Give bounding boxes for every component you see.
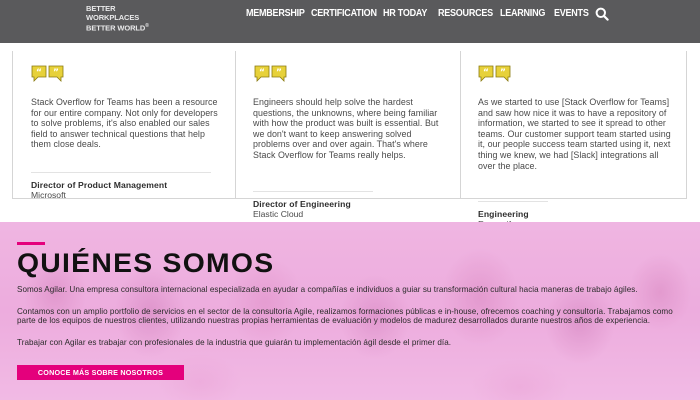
about-section: QUIÉNES SOMOS Somos Agilar. Una empresa … [0,222,700,400]
about-paragraph: Trabajar con Agilar es trabajar con prof… [17,338,452,347]
testimonial-card: “ ” Stack Overflow for Teams has been a … [12,51,236,200]
testimonials-section: “ ” Stack Overflow for Teams has been a … [0,43,700,229]
testimonial-author-role: Engineering [478,209,529,219]
testimonial-company: Elastic Cloud [253,209,304,219]
card-border [461,198,686,199]
testimonial-quote: Engineers should help solve the hardest … [253,97,439,160]
nav-item-certification[interactable]: CERTIFICATION [311,7,377,21]
svg-text:”: ” [276,68,282,78]
quote-bubble-icon: “ ” [254,65,287,82]
about-paragraph: Somos Agilar. Una empresa consultora int… [17,285,638,294]
about-title: QUIÉNES SOMOS [17,248,275,278]
quote-bubble-icon: “ ” [478,65,511,82]
logo-tagline-line1: BETTER WORKPLACES [86,4,140,22]
nav-item-membership[interactable]: MEMBERSHIP [246,7,305,21]
svg-text:“: “ [36,68,42,78]
card-border [13,198,235,199]
svg-text:”: ” [53,68,59,78]
testimonial-divider [478,201,548,202]
quote-bubble-icon: “ ” [31,65,64,82]
nav-item-learning[interactable]: LEARNING [500,7,545,21]
testimonial-divider [31,172,211,173]
svg-text:”: ” [500,68,506,78]
card-border [236,198,460,199]
title-accent-bar [17,242,45,245]
nav-item-hr-today[interactable]: HR TODAY [383,7,427,21]
learn-more-about-us-button[interactable]: CONOCE MÁS SOBRE NOSOTROS [17,365,184,380]
testimonial-card: “ ” As we started to use [Stack Overflow… [461,51,687,229]
svg-text:“: “ [259,68,265,78]
nav-item-resources[interactable]: RESOURCES [438,7,493,21]
search-icon[interactable] [595,7,609,21]
testimonial-quote: As we started to use [Stack Overflow for… [478,97,671,171]
about-paragraph: Contamos con un amplio portfolio de serv… [17,307,673,325]
testimonial-author-role: Director of Engineering [253,199,351,209]
testimonial-divider [253,191,373,192]
testimonial-card: “ ” Engineers should help solve the hard… [236,51,461,219]
nav-item-events[interactable]: EVENTS [554,7,589,21]
svg-text:“: “ [483,68,489,78]
testimonial-author-role: Director of Product Management [31,180,168,190]
logo-tagline-line2: BETTER WORLD® [86,23,149,33]
testimonial-quote: Stack Overflow for Teams has been a reso… [31,97,218,150]
top-navigation-bar: BETTER WORKPLACES BETTER WORLD® MEMBERSH… [0,0,700,43]
site-logo[interactable]: BETTER WORKPLACES BETTER WORLD® [86,4,166,33]
